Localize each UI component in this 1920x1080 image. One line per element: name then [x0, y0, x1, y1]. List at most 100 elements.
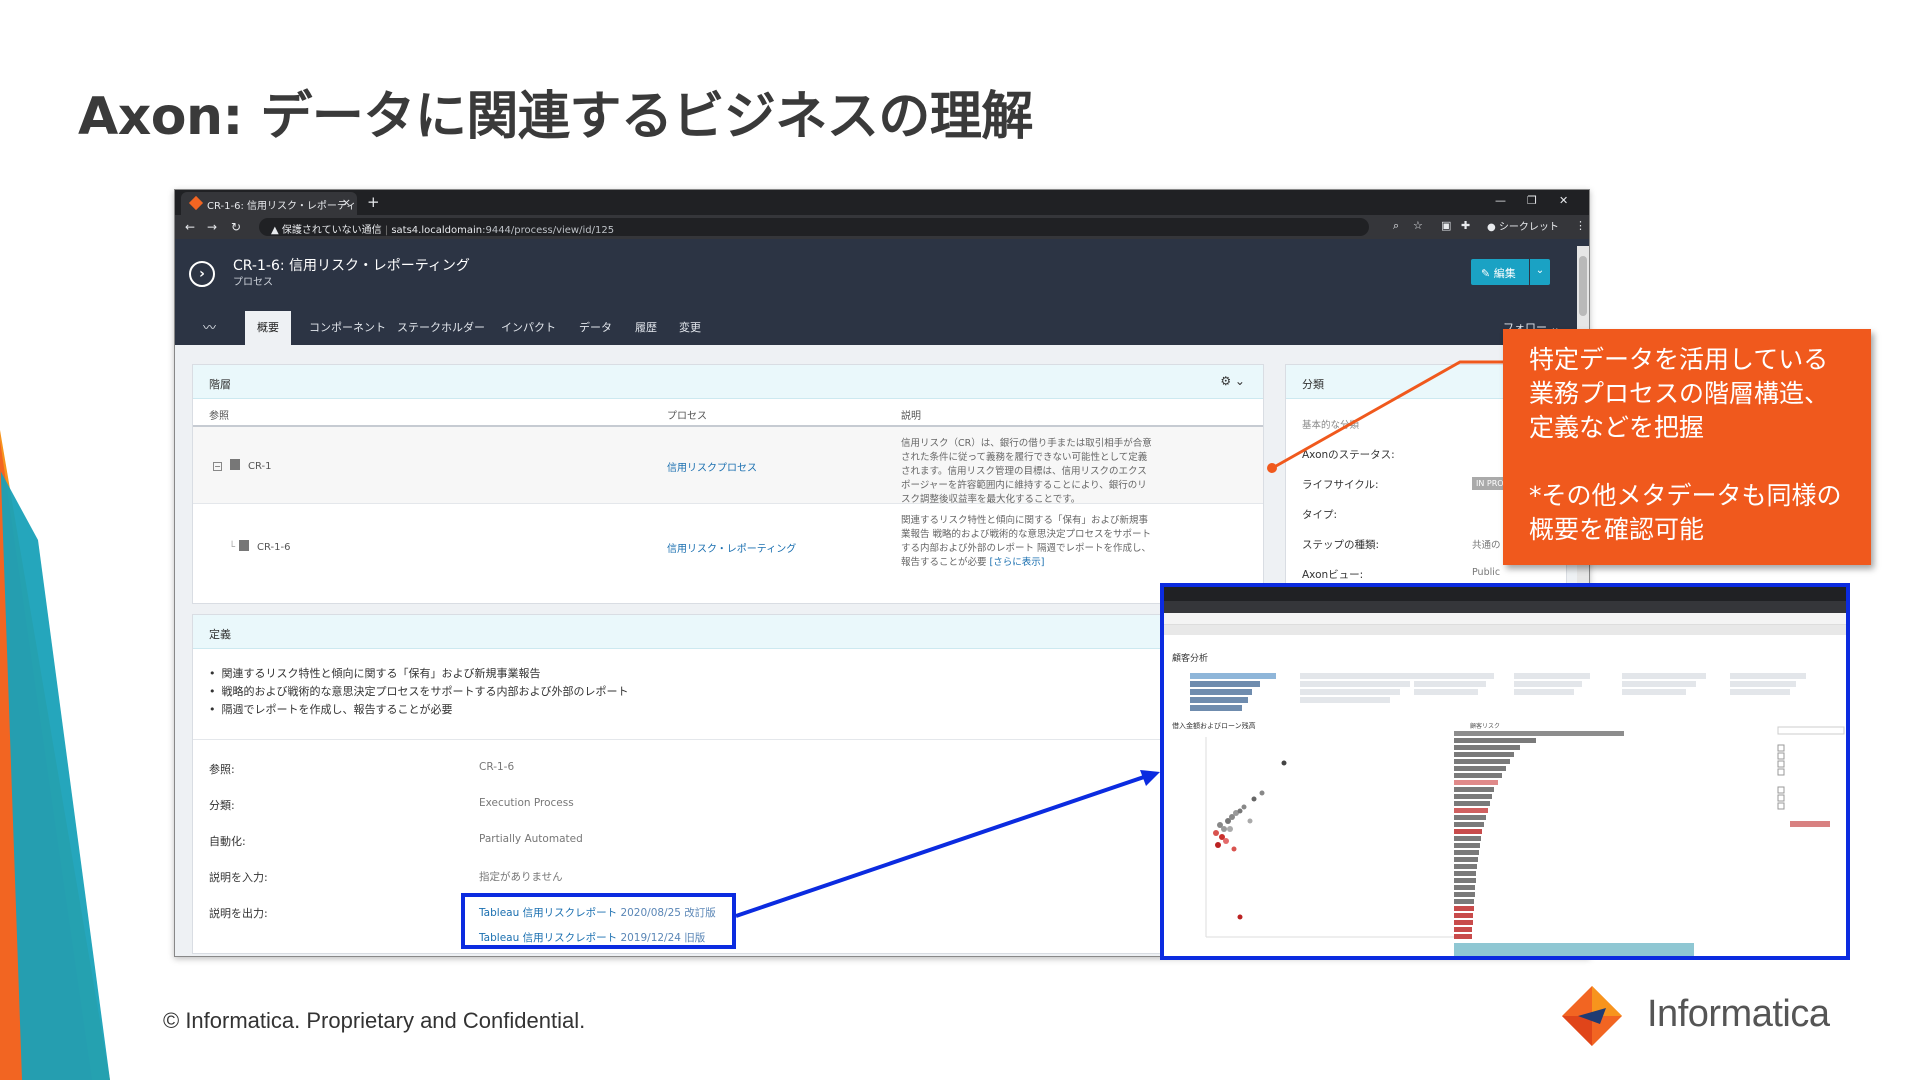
edit-dropdown-chevron-icon[interactable]: ⌄: [1530, 259, 1550, 285]
informatica-logo-text: Informatica: [1647, 993, 1830, 1035]
tab-impact[interactable]: インパクト: [501, 319, 556, 335]
tab-changes[interactable]: 変更: [679, 319, 701, 335]
hierarchy-title: 階層: [209, 378, 231, 391]
list-item: 戦略的および戦術的な意思決定プロセスをサポートする内部および外部のレポート: [209, 683, 629, 701]
field-label-output: 説明を出力:: [209, 907, 268, 920]
tab-data[interactable]: データ: [579, 319, 612, 335]
field-label-classification: 分類:: [209, 799, 235, 812]
field-value-classification: Execution Process: [479, 797, 574, 809]
field-label-step-type: ステップの種類:: [1302, 539, 1380, 551]
field-value-automation: Partially Automated: [479, 833, 583, 845]
reload-icon[interactable]: ↻: [231, 220, 241, 234]
scrollbar-thumb[interactable]: [1579, 256, 1587, 316]
row-process-link[interactable]: 信用リスク・レポーティング: [667, 540, 796, 555]
classification-title: 分類: [1302, 378, 1324, 391]
field-label-lifecycle: ライフサイクル:: [1302, 479, 1379, 491]
hierarchy-panel: 階層 ⚙ ⌄ 参照 プロセス 説明 − CR-1 信用リスクプロセス 信用リスク（…: [192, 364, 1264, 604]
tableau-scatter-title: 借入金額およびローン残高: [1172, 722, 1256, 730]
activity-icon[interactable]: 〰: [203, 317, 216, 336]
footer-copyright: © Informatica. Proprietary and Confident…: [163, 1008, 586, 1033]
process-node-icon: [230, 459, 240, 470]
process-node-icon: [239, 540, 250, 551]
output-highlight-box: [461, 893, 736, 949]
tab-title: CR-1-6: 信用リスク・レポーティング: [207, 201, 357, 212]
list-item: 関連するリスク特性と傾向に関する「保有」および新規事業報告: [209, 665, 629, 683]
row-ref: CR-1-6: [257, 542, 291, 553]
divider: [193, 739, 1263, 740]
show-more-link[interactable]: [さらに表示]: [990, 557, 1045, 568]
zoom-icon[interactable]: ⌕: [1393, 219, 1399, 233]
collapse-icon[interactable]: −: [213, 462, 222, 471]
url-path: :9444/process/view/id/125: [482, 225, 615, 236]
close-window-button[interactable]: ✕: [1559, 194, 1568, 207]
browser-tab[interactable]: CR-1-6: 信用リスク・レポーティング ×: [181, 192, 357, 215]
field-value-ref: CR-1-6: [479, 761, 515, 773]
scatter-plot: [1205, 737, 1464, 938]
close-tab-icon[interactable]: ×: [342, 196, 351, 209]
column-header-description: 説明: [901, 411, 921, 422]
filter-panel: [1777, 726, 1845, 827]
column-header-process: プロセス: [667, 411, 707, 422]
tableau-visuals: [1190, 673, 1845, 956]
tableau-report-screenshot: 顧客分析 借入金額およびローン残高 顧客リスク: [1160, 583, 1850, 960]
field-label-automation: 自動化:: [209, 835, 246, 848]
field-label-type: タイプ:: [1302, 509, 1338, 521]
field-label-ref: 参照:: [209, 763, 235, 776]
process-icon: ›: [189, 261, 215, 287]
field-label-status: Axonのステータス:: [1302, 449, 1395, 461]
customer-risk-bars: [1454, 731, 1694, 956]
tab-components[interactable]: コンポーネント: [309, 319, 386, 335]
incognito-label: シークレット: [1498, 222, 1559, 233]
callout-line: [1529, 445, 1871, 479]
callout-line: 特定データを活用している: [1529, 345, 1829, 374]
column-header-ref: 参照: [209, 411, 229, 422]
tab-stakeholders[interactable]: ステークホルダー: [397, 319, 485, 335]
gear-icon[interactable]: ⚙ ⌄: [1220, 374, 1245, 388]
field-value-step-type: 共通の: [1472, 540, 1501, 551]
callout-line: 業務プロセスの階層構造、: [1529, 379, 1830, 408]
definition-title: 定義: [209, 628, 231, 641]
incognito-badge[interactable]: ● シークレット: [1487, 218, 1559, 233]
callout-box: 特定データを活用している 業務プロセスの階層構造、 定義などを把握 *その他メタ…: [1503, 329, 1871, 565]
bookmark-star-icon[interactable]: ☆: [1413, 219, 1423, 232]
tab-history[interactable]: 履歴: [635, 319, 657, 335]
table-row[interactable]: − CR-1 信用リスクプロセス 信用リスク（CR）は、銀行の借り手または取引相手…: [193, 425, 1263, 505]
new-tab-button[interactable]: +: [367, 193, 380, 211]
callout-line: 概要を確認可能: [1529, 515, 1705, 544]
browser-tabbar: CR-1-6: 信用リスク・レポーティング × + — ❐ ✕: [175, 190, 1589, 215]
definition-bullets: 関連するリスク特性と傾向に関する「保有」および新規事業報告 戦略的および戦術的な…: [209, 665, 629, 719]
process-header: › CR-1-6: 信用リスク・レポーティング プロセス ✎ 編集 ⌄: [175, 239, 1589, 307]
row-description: 信用リスク（CR）は、銀行の借り手または取引相手が合意された条件に従って義務を履…: [901, 438, 1152, 505]
slide-title: Axon: データに関連するビジネスの理解: [78, 87, 1033, 147]
row-description: 関連するリスク特性と傾向に関する「保有」および新規事業報告 戦略的および戦術的な…: [901, 514, 1155, 570]
process-title: CR-1-6: 信用リスク・レポーティング: [233, 258, 470, 274]
address-bar: ← → ↻ ▲ 保護されていない通信 | sats4.localdomain:9…: [175, 215, 1589, 239]
field-label-input: 説明を入力:: [209, 871, 268, 884]
table-row[interactable]: └ CR-1-6 信用リスク・レポーティング 関連するリスク特性と傾向に関する「保…: [193, 503, 1263, 593]
callout-line: *その他メタデータも同様の: [1529, 481, 1842, 510]
url-field[interactable]: ▲ 保護されていない通信 | sats4.localdomain:9444/pr…: [259, 218, 1369, 236]
callout-line: 定義などを把握: [1529, 413, 1705, 442]
axon-tab-icon: [188, 195, 204, 211]
puzzle-icon[interactable]: ✚: [1461, 219, 1470, 232]
row-ref: CR-1: [248, 461, 272, 472]
browser-menu-icon[interactable]: ⋮: [1575, 219, 1586, 232]
row-process-link[interactable]: 信用リスクプロセス: [667, 459, 757, 474]
hierarchy-header: 階層 ⚙ ⌄: [193, 365, 1263, 399]
url-warning: 保護されていない通信: [281, 225, 382, 236]
tab-overview[interactable]: 概要: [245, 311, 291, 345]
edit-label: 編集: [1493, 267, 1516, 280]
process-type: プロセス: [233, 277, 273, 288]
definition-header: 定義: [193, 615, 1263, 649]
process-tabs: 〰 概要 コンポーネント ステークホルダー インパクト データ 履歴 変更 フォ…: [175, 307, 1589, 345]
minimize-button[interactable]: —: [1495, 194, 1506, 207]
pencil-icon: ✎: [1481, 267, 1494, 280]
extension-icon[interactable]: ▣: [1441, 219, 1451, 232]
back-icon[interactable]: ←: [185, 220, 195, 234]
edit-button[interactable]: ✎ 編集: [1471, 259, 1529, 285]
forward-icon[interactable]: →: [207, 220, 217, 234]
maximize-button[interactable]: ❐: [1527, 194, 1537, 207]
summary-bars: [1190, 673, 1806, 711]
field-value-input: 指定がありません: [479, 871, 563, 883]
classification-subtitle: 基本的な分類: [1302, 420, 1360, 431]
